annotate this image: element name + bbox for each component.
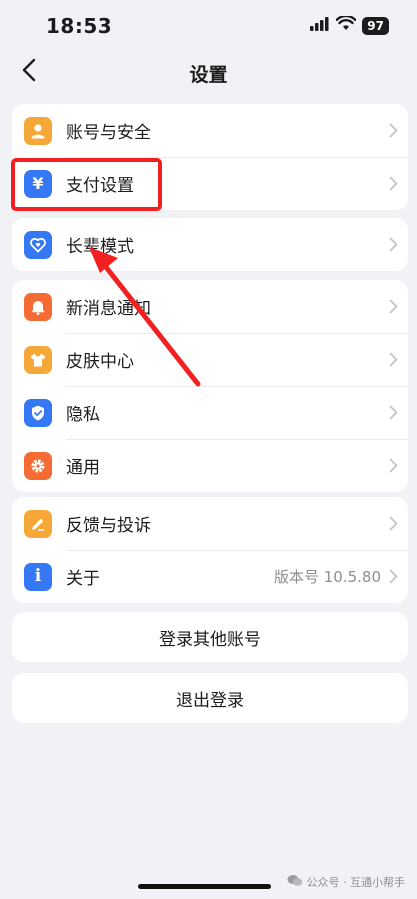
chevron-right-icon xyxy=(389,569,398,584)
page-title: 设置 xyxy=(189,64,228,86)
chevron-right-icon xyxy=(389,405,398,420)
heart-icon xyxy=(24,230,52,259)
signal-icon xyxy=(310,16,330,35)
status-icons: 97 xyxy=(310,14,389,35)
wifi-icon xyxy=(335,14,357,35)
settings-item-general[interactable]: 通用 xyxy=(12,439,408,492)
pencil-icon xyxy=(24,509,52,538)
shield-icon xyxy=(24,398,52,427)
chevron-right-icon xyxy=(389,516,398,531)
settings-item-privacy[interactable]: 隐私 xyxy=(12,386,408,439)
chevron-right-icon xyxy=(389,352,398,367)
watermark: 公众号 · 互通小帮手 xyxy=(287,874,406,890)
nav-bar: 设置 xyxy=(0,50,417,94)
settings-item-label: 新消息通知 xyxy=(66,299,151,319)
settings-item-feedback[interactable]: 反馈与投诉 xyxy=(12,497,408,550)
person-icon xyxy=(24,116,52,145)
settings-item-about[interactable]: i 关于 版本号 10.5.80 xyxy=(12,550,408,603)
settings-group-general: 新消息通知 皮肤中心 隐私 通用 xyxy=(12,280,408,492)
status-time: 18:53 xyxy=(46,14,113,38)
watermark-text: 公众号 · 互通小帮手 xyxy=(306,876,406,889)
status-bar: 18:53 97 xyxy=(0,0,417,50)
chevron-right-icon xyxy=(389,176,398,191)
chevron-right-icon xyxy=(389,299,398,314)
settings-item-payment[interactable]: ¥ 支付设置 xyxy=(12,157,408,210)
battery-icon: 97 xyxy=(362,16,389,35)
home-indicator xyxy=(138,884,271,889)
settings-item-label: 关于 xyxy=(66,569,100,589)
switch-account-button[interactable]: 登录其他账号 xyxy=(12,612,408,662)
logout-button[interactable]: 退出登录 xyxy=(12,673,408,723)
chevron-right-icon xyxy=(389,458,398,473)
settings-item-notifications[interactable]: 新消息通知 xyxy=(12,280,408,333)
settings-group-about: 反馈与投诉 i 关于 版本号 10.5.80 xyxy=(12,497,408,603)
chevron-right-icon xyxy=(389,237,398,252)
yen-icon: ¥ xyxy=(24,169,52,198)
settings-item-label: 长辈模式 xyxy=(66,237,134,257)
settings-item-label: 账号与安全 xyxy=(66,123,151,143)
settings-item-label: 反馈与投诉 xyxy=(66,516,151,536)
gear-icon xyxy=(24,451,52,480)
settings-item-label: 支付设置 xyxy=(66,176,134,196)
bell-icon xyxy=(24,292,52,321)
settings-group-elder: 长辈模式 xyxy=(12,218,408,271)
shirt-icon xyxy=(24,345,52,374)
settings-item-skin-center[interactable]: 皮肤中心 xyxy=(12,333,408,386)
settings-item-label: 通用 xyxy=(66,458,100,478)
info-icon: i xyxy=(24,562,52,591)
settings-item-label: 隐私 xyxy=(66,405,100,425)
version-number: 版本号 10.5.80 xyxy=(273,568,381,586)
settings-item-elder-mode[interactable]: 长辈模式 xyxy=(12,218,408,271)
settings-group-account: 账号与安全 ¥ 支付设置 xyxy=(12,104,408,210)
settings-item-account-security[interactable]: 账号与安全 xyxy=(12,104,408,157)
chevron-right-icon xyxy=(389,123,398,138)
settings-item-label: 皮肤中心 xyxy=(66,352,134,372)
wechat-icon xyxy=(287,874,303,890)
